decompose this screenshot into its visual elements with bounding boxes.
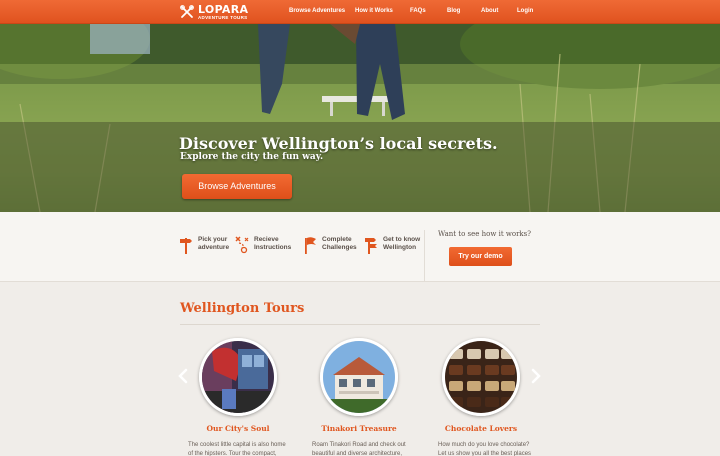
- step-label: Recieve Instructions: [254, 236, 292, 251]
- top-navbar: LOPARA ADVENTURE TOURS Browse Adventures…: [0, 0, 720, 24]
- flag-icon: [305, 237, 316, 254]
- try-demo-button[interactable]: Try our demo: [449, 247, 512, 266]
- chevron-left-icon[interactable]: [177, 368, 189, 384]
- step-receive-instructions: Recieve Instructions: [235, 236, 291, 254]
- tour-photo: [323, 341, 395, 413]
- step-get-to-know: Get to know Wellington: [364, 236, 420, 254]
- tour-title[interactable]: Tinakori Treasure: [294, 424, 424, 433]
- brand-name: LOPARA: [198, 2, 249, 16]
- section-divider: [424, 230, 425, 282]
- tour-photo: [445, 341, 517, 413]
- tour-description: How much do you love chocolate? Let us s…: [438, 442, 532, 456]
- hero-title: Discover Wellington’s local secrets.: [179, 134, 498, 153]
- crossed-tools-icon: [180, 5, 194, 18]
- signpost-icon: [180, 238, 192, 254]
- nav-about[interactable]: About: [481, 0, 498, 24]
- brand-tagline: ADVENTURE TOURS: [198, 14, 248, 20]
- tour-image-chocolate[interactable]: [442, 338, 520, 416]
- browse-adventures-button[interactable]: Browse Adventures: [182, 174, 292, 199]
- nav-blog[interactable]: Blog: [447, 0, 460, 24]
- heading-rule: [180, 324, 540, 325]
- step-label: Pick your adventure: [198, 236, 230, 251]
- tour-image-tinakori[interactable]: [320, 338, 398, 416]
- nav-how-it-works[interactable]: How it Works: [355, 0, 393, 24]
- treasure-map-icon: [235, 236, 249, 254]
- nav-browse-adventures[interactable]: Browse Adventures: [289, 0, 345, 24]
- nav-login[interactable]: Login: [517, 0, 533, 24]
- hero-subtitle: Explore the city the fun way.: [180, 152, 324, 162]
- tour-title[interactable]: Chocolate Lovers: [416, 424, 546, 433]
- step-label: Get to know Wellington: [383, 236, 421, 251]
- tour-description: Roam Tinakori Road and check out beautif…: [312, 442, 406, 456]
- tour-description: The coolest little capital is also home …: [188, 442, 286, 456]
- tours-heading: Wellington Tours: [180, 301, 305, 316]
- step-complete-challenges: Complete Challenges: [303, 236, 357, 254]
- step-label: Complete Challenges: [322, 236, 357, 251]
- hero-banner: [0, 24, 720, 212]
- step-pick-adventure: Pick your adventure: [179, 236, 229, 254]
- how-it-works-strip: Pick your adventure Recieve Instructions…: [0, 212, 720, 282]
- nav-faqs[interactable]: FAQs: [410, 0, 426, 24]
- tour-photo: [202, 341, 274, 413]
- demo-prompt: Want to see how it works?: [438, 230, 532, 238]
- tour-image-city-soul[interactable]: [199, 338, 277, 416]
- chevron-right-icon[interactable]: [530, 368, 542, 384]
- logo[interactable]: LOPARA ADVENTURE TOURS: [180, 3, 248, 21]
- tour-title[interactable]: Our City's Soul: [173, 424, 303, 433]
- signpost-icon: [365, 238, 377, 254]
